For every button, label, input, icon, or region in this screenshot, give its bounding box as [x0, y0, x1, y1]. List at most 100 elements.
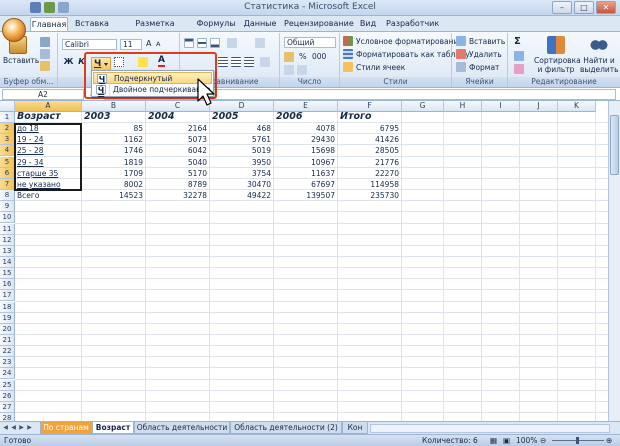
bold-button[interactable]: Ж	[62, 56, 75, 68]
tab-insert[interactable]: Вставка	[73, 17, 111, 31]
view-layout-icon[interactable]: ▣	[503, 435, 510, 446]
cell-A3[interactable]: 19 - 24	[17, 134, 81, 145]
cell-A1[interactable]: Возраст	[17, 111, 81, 122]
horizontal-scrollbar[interactable]	[370, 424, 610, 433]
underline-button[interactable]: Ч	[91, 57, 111, 71]
cell-D8[interactable]: 49422	[212, 190, 273, 201]
row-header-5[interactable]: 5	[0, 156, 15, 168]
increase-decimal-icon[interactable]	[284, 65, 294, 75]
view-normal-icon[interactable]: ▦	[490, 435, 497, 446]
row-header-15[interactable]: 15	[0, 268, 15, 280]
vertical-scroll-thumb[interactable]	[610, 115, 619, 175]
row-header-16[interactable]: 16	[0, 279, 15, 291]
cell-B1[interactable]: 2003	[84, 111, 145, 122]
select-all-corner[interactable]	[0, 101, 15, 112]
cell-E3[interactable]: 29430	[276, 134, 337, 145]
zoom-slider-thumb[interactable]	[576, 437, 579, 444]
orientation-icon[interactable]	[227, 38, 237, 48]
worksheet-grid[interactable]: A B C D E F G H I J K 1 2 3 4 5 6 7 8 9 10 11 12 13 14 15 16 17 18 19…	[0, 101, 620, 421]
align-bottom-icon[interactable]	[210, 38, 220, 48]
cell-D1[interactable]: 2005	[212, 111, 273, 122]
cell-C6[interactable]: 5170	[148, 168, 209, 179]
row-header-8[interactable]: 8	[0, 190, 15, 202]
cell-E7[interactable]: 67697	[276, 179, 337, 190]
zoom-out-icon[interactable]: ⊖	[540, 435, 546, 446]
format-cells-button[interactable]: Формат	[456, 62, 499, 72]
cell-B4[interactable]: 1746	[84, 145, 145, 156]
align-top-icon[interactable]	[184, 38, 194, 48]
cell-B8[interactable]: 14523	[84, 190, 145, 201]
cell-B5[interactable]: 1819	[84, 157, 145, 168]
find-select-button[interactable]: Найти и выделить	[580, 36, 619, 74]
row-header-9[interactable]: 9	[0, 201, 15, 213]
cell-E4[interactable]: 15698	[276, 145, 337, 156]
last-sheet-icon[interactable]: ▶	[26, 424, 33, 432]
cell-C4[interactable]: 6042	[148, 145, 209, 156]
cell-D6[interactable]: 3754	[212, 168, 273, 179]
row-header-3[interactable]: 3	[0, 134, 15, 146]
cell-B3[interactable]: 1162	[84, 134, 145, 145]
row-header-28[interactable]: 28	[0, 413, 15, 421]
row-header-25[interactable]: 25	[0, 379, 15, 391]
tab-data[interactable]: Данные	[242, 17, 278, 31]
row-header-17[interactable]: 17	[0, 290, 15, 302]
cell-C3[interactable]: 5073	[148, 134, 209, 145]
status-zoom[interactable]: 100%	[516, 435, 537, 446]
cell-C2[interactable]: 2164	[148, 123, 209, 134]
delete-cells-button[interactable]: Удалить	[456, 49, 502, 59]
menu-item-single-underline[interactable]: Ч Подчеркнутый	[93, 72, 212, 84]
row-header-13[interactable]: 13	[0, 245, 15, 257]
currency-icon[interactable]	[284, 52, 294, 62]
maximize-button[interactable]: □	[574, 1, 594, 14]
merge-cells-icon[interactable]	[260, 57, 270, 67]
row-header-12[interactable]: 12	[0, 234, 15, 246]
conditional-formatting-button[interactable]: Условное форматирование	[343, 36, 463, 46]
cell-D5[interactable]: 3950	[212, 157, 273, 168]
row-header-26[interactable]: 26	[0, 390, 15, 402]
cell-A2[interactable]: до 18	[17, 123, 81, 134]
row-header-4[interactable]: 4	[0, 145, 15, 157]
sheet-tab-kon[interactable]: Кон	[342, 422, 368, 434]
fill-icon[interactable]	[514, 51, 524, 61]
sheet-tab-activity[interactable]: Область деятельности	[134, 422, 230, 434]
office-button[interactable]	[2, 18, 26, 42]
cell-E2[interactable]: 4078	[276, 123, 337, 134]
cell-D2[interactable]: 468	[212, 123, 273, 134]
column-header-I[interactable]: I	[482, 101, 520, 112]
row-header-27[interactable]: 27	[0, 401, 15, 413]
align-left-icon[interactable]	[218, 57, 228, 67]
tab-developer[interactable]: Разработчик	[386, 17, 439, 31]
vertical-scrollbar[interactable]	[608, 101, 620, 421]
row-header-7[interactable]: 7	[0, 178, 15, 190]
sheet-tab-age[interactable]: Возраст	[92, 422, 134, 434]
row-header-14[interactable]: 14	[0, 256, 15, 268]
cell-B6[interactable]: 1709	[84, 168, 145, 179]
next-sheet-icon[interactable]: ▶	[18, 424, 25, 432]
sort-filter-button[interactable]: Сортировка и фильтр	[534, 36, 581, 74]
row-header-19[interactable]: 19	[0, 312, 15, 324]
format-painter-icon[interactable]	[40, 61, 50, 71]
close-button[interactable]: ✕	[596, 1, 616, 14]
row-header-11[interactable]: 11	[0, 223, 15, 235]
cell-A5[interactable]: 29 - 34	[17, 157, 81, 168]
cell-F7[interactable]: 114958	[340, 179, 401, 190]
row-header-21[interactable]: 21	[0, 335, 15, 346]
clear-icon[interactable]	[514, 64, 524, 74]
wrap-text-icon[interactable]	[255, 38, 265, 48]
cell-D4[interactable]: 5019	[212, 145, 273, 156]
zoom-in-icon[interactable]: ⊕	[606, 435, 612, 446]
font-size-combo[interactable]: 11	[120, 39, 142, 50]
cell-A7[interactable]: не указано	[17, 179, 81, 190]
copy-icon[interactable]	[40, 49, 50, 59]
cell-C7[interactable]: 8789	[148, 179, 209, 190]
cell-B2[interactable]: 85	[84, 123, 145, 134]
align-middle-icon[interactable]	[197, 38, 207, 48]
format-as-table-button[interactable]: Форматировать как таблицу	[343, 49, 470, 59]
row-header-22[interactable]: 22	[0, 346, 15, 358]
row-header-24[interactable]: 24	[0, 368, 15, 380]
cell-E6[interactable]: 11637	[276, 168, 337, 179]
column-header-G[interactable]: G	[402, 101, 444, 112]
column-header-H[interactable]: H	[444, 101, 482, 112]
cell-F3[interactable]: 41426	[340, 134, 401, 145]
shrink-font-icon[interactable]: A	[156, 40, 160, 48]
